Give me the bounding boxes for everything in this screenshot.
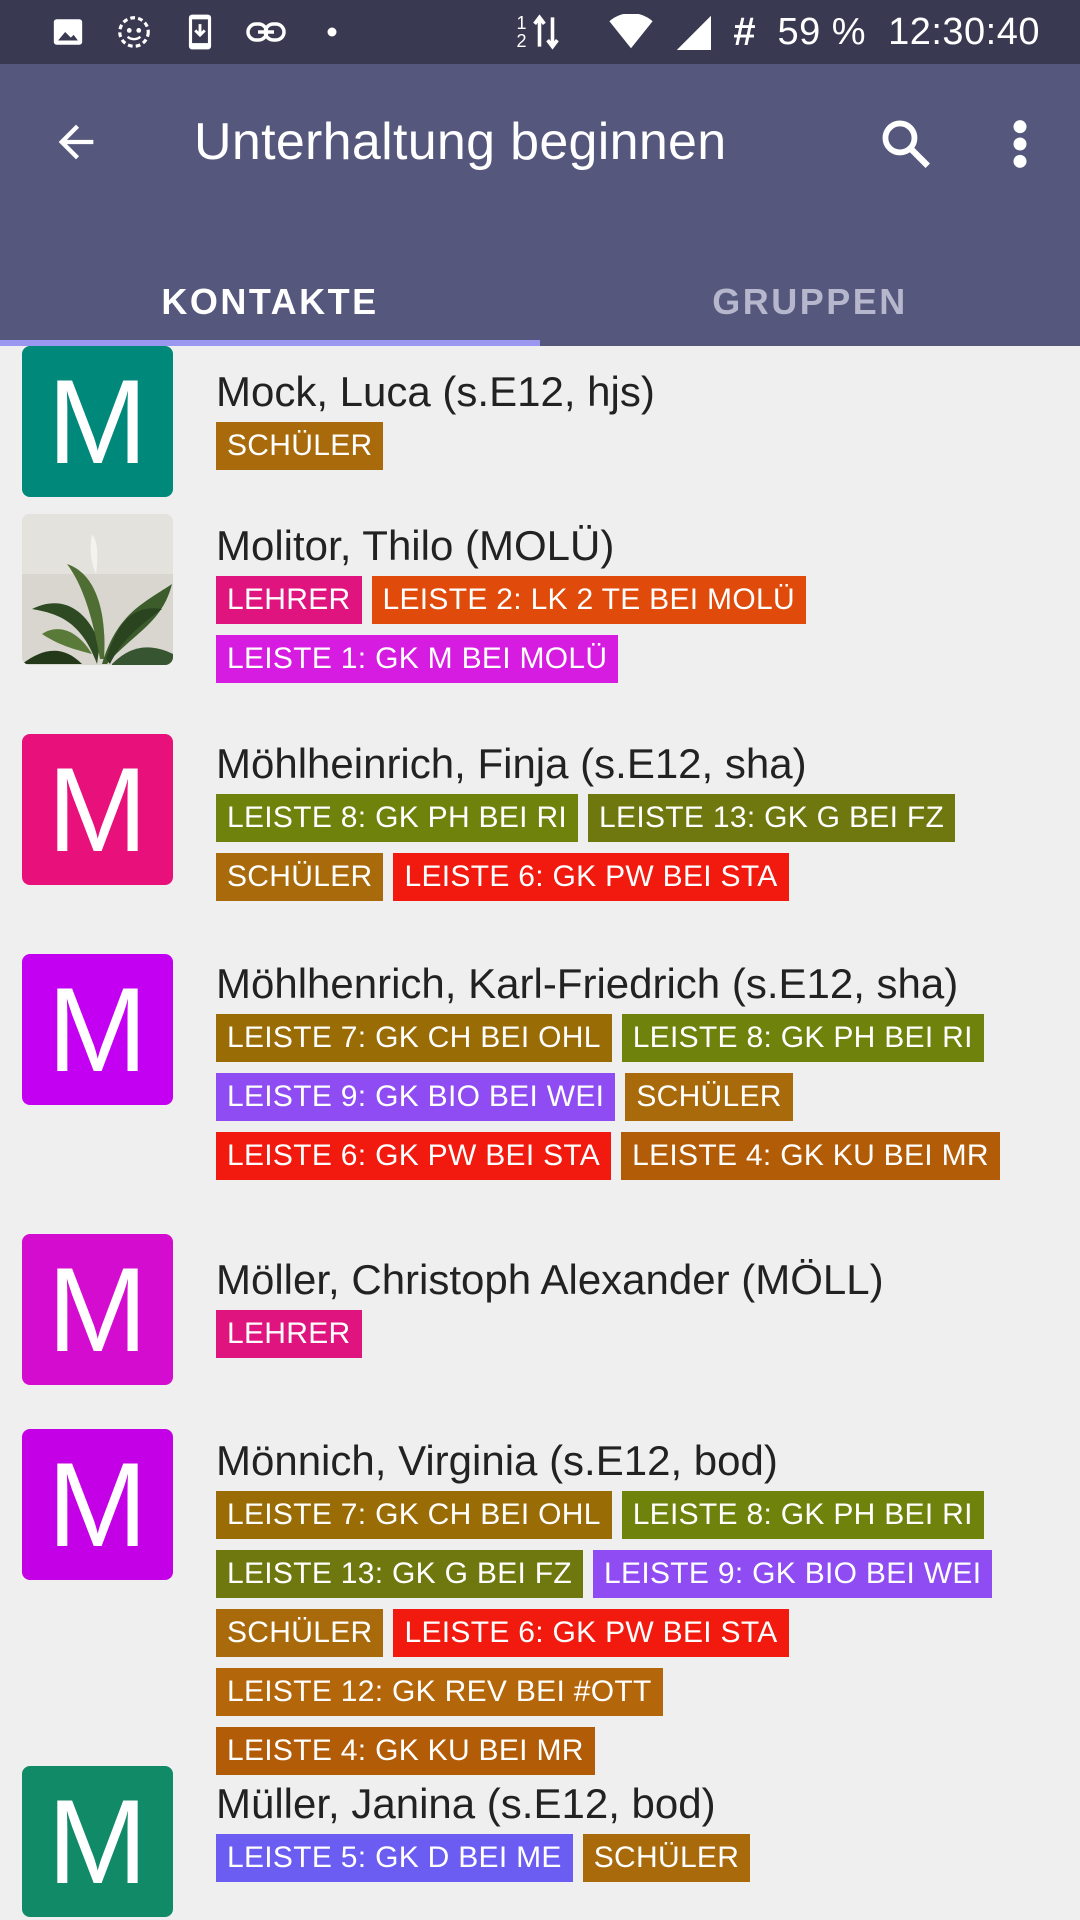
tab-gruppen[interactable]: GRUPPEN [540, 258, 1080, 346]
avatar: M [22, 734, 173, 885]
dot-icon [312, 12, 352, 52]
avatar-letter: M [47, 742, 148, 877]
phone-download-icon [180, 12, 220, 52]
tag-badge: LEHRER [216, 576, 362, 624]
tag-badge: SCHÜLER [216, 422, 384, 470]
contact-item[interactable]: M Möller, Christoph Alexander (MÖLL) LEH… [0, 1234, 1080, 1404]
tag-badge: LEISTE 7: GK CH BEI OHL [216, 1491, 612, 1539]
contact-tags: LEISTE 7: GK CH BEI OHL LEISTE 8: GK PH B… [216, 1491, 1036, 1775]
contact-tags: LEISTE 5: GK D BEI ME SCHÜLER [216, 1834, 1036, 1882]
tag-badge: LEISTE 6: GK PW BEI STA [393, 853, 789, 901]
data-transfer-icon: 1 2 [515, 12, 559, 52]
notification-icons [48, 12, 352, 52]
avatar-letter: M [47, 962, 148, 1097]
tab-bar: KONTAKTE GRUPPEN [0, 258, 1080, 346]
contact-name: Molitor, Thilo (MOLÜ) [216, 522, 615, 569]
avatar: M [22, 1234, 173, 1385]
contact-name: Möhlhenrich, Karl-Friedrich (s.E12, sha) [216, 960, 959, 1007]
search-icon [882, 120, 930, 168]
tag-badge: LEISTE 1: GK M BEI MOLÜ [216, 635, 619, 683]
tag-badge: LEISTE 8: GK PH BEI RI [621, 1491, 984, 1539]
avatar-letter: M [47, 1774, 148, 1909]
tag-badge: SCHÜLER [582, 1834, 751, 1882]
avatar-photo [22, 514, 173, 665]
back-button[interactable] [40, 106, 112, 178]
tag-badge: SCHÜLER [625, 1073, 793, 1121]
tag-badge: SCHÜLER [216, 1609, 384, 1657]
tag-badge: LEISTE 5: GK D BEI ME [216, 1834, 573, 1882]
avatar-letter: M [47, 1242, 148, 1377]
tag-badge: LEHRER [216, 1310, 362, 1358]
page-title: Unterhaltung beginnen [194, 113, 727, 171]
contact-item[interactable]: M Mock, Luca (s.E12, hjs) SCHÜLER [0, 346, 1080, 510]
battery-percent: 59 % [777, 10, 867, 53]
tag-badge: LEISTE 7: GK CH BEI OHL [216, 1014, 612, 1062]
contact-item[interactable]: M Möhlhenrich, Karl-Friedrich (s.E12, sh… [0, 954, 1080, 1224]
tag-badge: LEISTE 6: GK PW BEI STA [393, 1609, 789, 1657]
contact-item[interactable]: M Mönnich, Virginia (s.E12, bod) LEISTE … [0, 1429, 1080, 1775]
contact-tags: LEISTE 8: GK PH BEI RI LEISTE 13: GK G BE… [216, 794, 1036, 901]
signal-icon [675, 14, 711, 50]
app-bar: Unterhaltung beginnen KONTAKTE GRUPPEN [0, 64, 1080, 346]
contact-name: Möller, Christoph Alexander (MÖLL) [216, 1256, 884, 1303]
assistant-icon [114, 12, 154, 52]
search-button[interactable] [868, 106, 944, 182]
system-indicators: 1 2 # 59 % 12:30:40 [515, 0, 1040, 64]
contact-tags: LEHRER [216, 1310, 1036, 1358]
tag-badge: LEISTE 9: GK BIO BEI WEI [216, 1073, 616, 1121]
avatar: M [22, 1429, 173, 1580]
avatar: M [22, 346, 173, 497]
tag-badge: LEISTE 9: GK BIO BEI WEI [593, 1550, 993, 1598]
contact-tags: LEHRER LEISTE 2: LK 2 TE BEI MOLÜ LEISTE 1… [216, 576, 1036, 683]
avatar: M [22, 1766, 173, 1917]
more-vert-icon [1013, 120, 1027, 168]
tag-badge: LEISTE 2: LK 2 TE BEI MOLÜ [371, 576, 806, 624]
tag-badge: LEISTE 8: GK PH BEI RI [216, 794, 579, 842]
hash-icon: # [732, 9, 756, 54]
contact-name: Mönnich, Virginia (s.E12, bod) [216, 1437, 778, 1484]
avatar-letter: M [47, 354, 148, 489]
overflow-menu-button[interactable] [984, 106, 1056, 182]
tag-badge: LEISTE 4: GK KU BEI MR [621, 1132, 1000, 1180]
image-icon [48, 12, 88, 52]
link-icon [246, 12, 286, 52]
tag-badge: LEISTE 13: GK G BEI FZ [588, 794, 956, 842]
tab-kontakte[interactable]: KONTAKTE [0, 258, 540, 346]
contact-name: Müller, Janina (s.E12, bod) [216, 1780, 716, 1827]
sim-indicator: 1 2 [516, 13, 527, 51]
contact-item[interactable]: M Möhlheinrich, Finja (s.E12, sha) LEIST… [0, 734, 1080, 944]
contact-name: Möhlheinrich, Finja (s.E12, sha) [216, 740, 807, 787]
contact-list: M Mock, Luca (s.E12, hjs) SCHÜLER Molito… [0, 346, 1080, 1920]
contact-tags: SCHÜLER [216, 422, 1036, 470]
avatar: M [22, 954, 173, 1105]
wifi-icon [609, 14, 653, 50]
contact-name: Mock, Luca (s.E12, hjs) [216, 368, 655, 415]
status-bar: 1 2 # 59 % 12:30:40 [0, 0, 1080, 64]
tag-badge: LEISTE 12: GK REV BEI #OTT [216, 1668, 663, 1716]
tag-badge: LEISTE 6: GK PW BEI STA [216, 1132, 612, 1180]
tag-badge: LEISTE 8: GK PH BEI RI [621, 1014, 984, 1062]
clock: 12:30:40 [888, 10, 1040, 53]
tag-badge: SCHÜLER [216, 853, 384, 901]
arrow-back-icon [58, 124, 94, 160]
tag-badge: LEISTE 13: GK G BEI FZ [216, 1550, 584, 1598]
contact-item[interactable]: M Müller, Janina (s.E12, bod) LEISTE 5: … [0, 1766, 1080, 1920]
plant-photo [22, 514, 173, 665]
contact-tags: LEISTE 7: GK CH BEI OHL LEISTE 8: GK PH B… [216, 1014, 1036, 1180]
contact-item[interactable]: Molitor, Thilo (MOLÜ) LEHRER LEISTE 2: LK… [0, 514, 1080, 724]
avatar-letter: M [47, 1437, 148, 1572]
